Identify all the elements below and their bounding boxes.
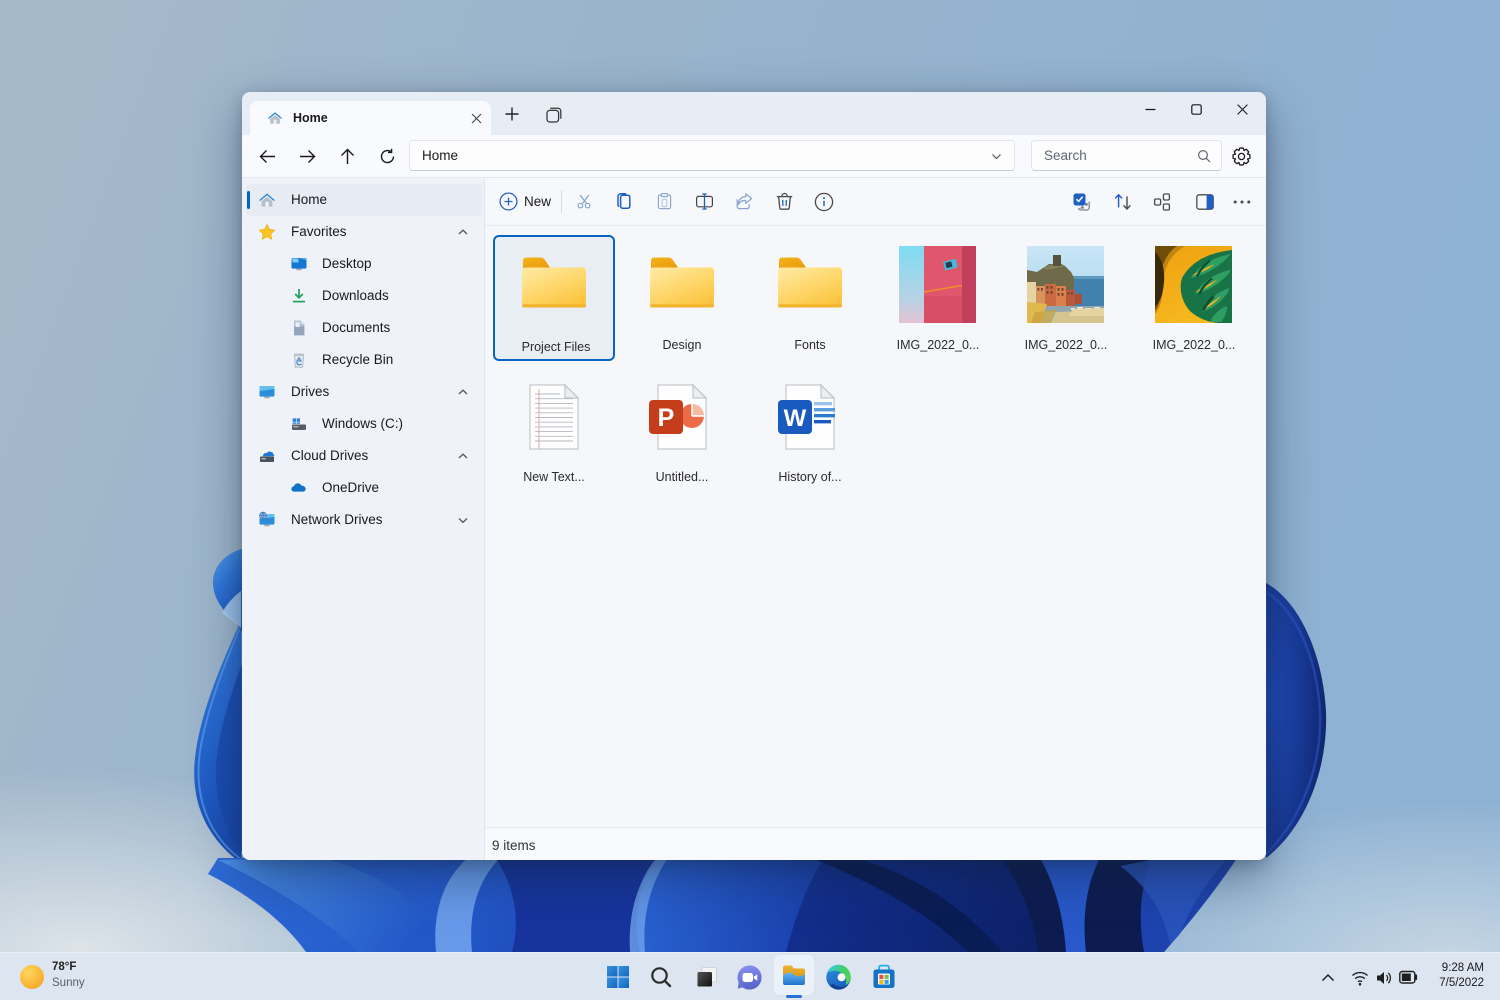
svg-text:P: P [658, 404, 675, 432]
svg-text:W: W [784, 405, 807, 432]
